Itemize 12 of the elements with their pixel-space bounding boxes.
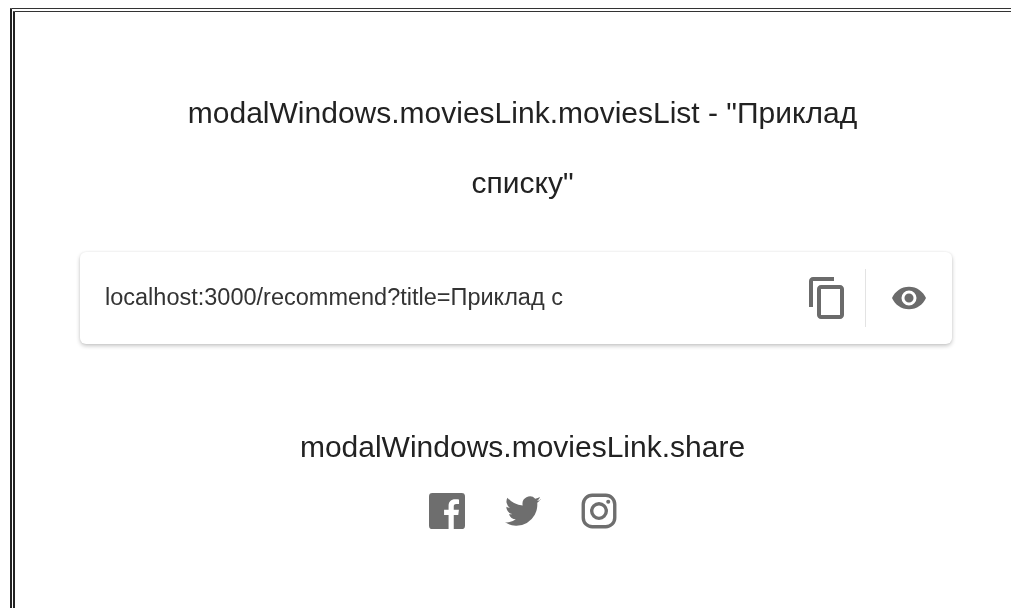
link-field[interactable]: localhost:3000/recommend?title=Приклад с (80, 252, 952, 344)
facebook-link[interactable] (428, 493, 465, 529)
bird-icon (504, 493, 541, 529)
modal-title: modalWindows.moviesLink.moviesList - "Приклад списку" (186, 95, 859, 201)
link-text: localhost:3000/recommend?title=Приклад с (105, 283, 564, 313)
twitter-link[interactable] (504, 493, 541, 529)
copy-icon (809, 277, 847, 319)
facebook-icon (428, 493, 465, 529)
instagram-icon (580, 493, 617, 529)
instagram-link[interactable] (580, 493, 617, 529)
share-heading: modalWindows.moviesLink.share (298, 429, 747, 465)
eye-icon (892, 286, 926, 310)
